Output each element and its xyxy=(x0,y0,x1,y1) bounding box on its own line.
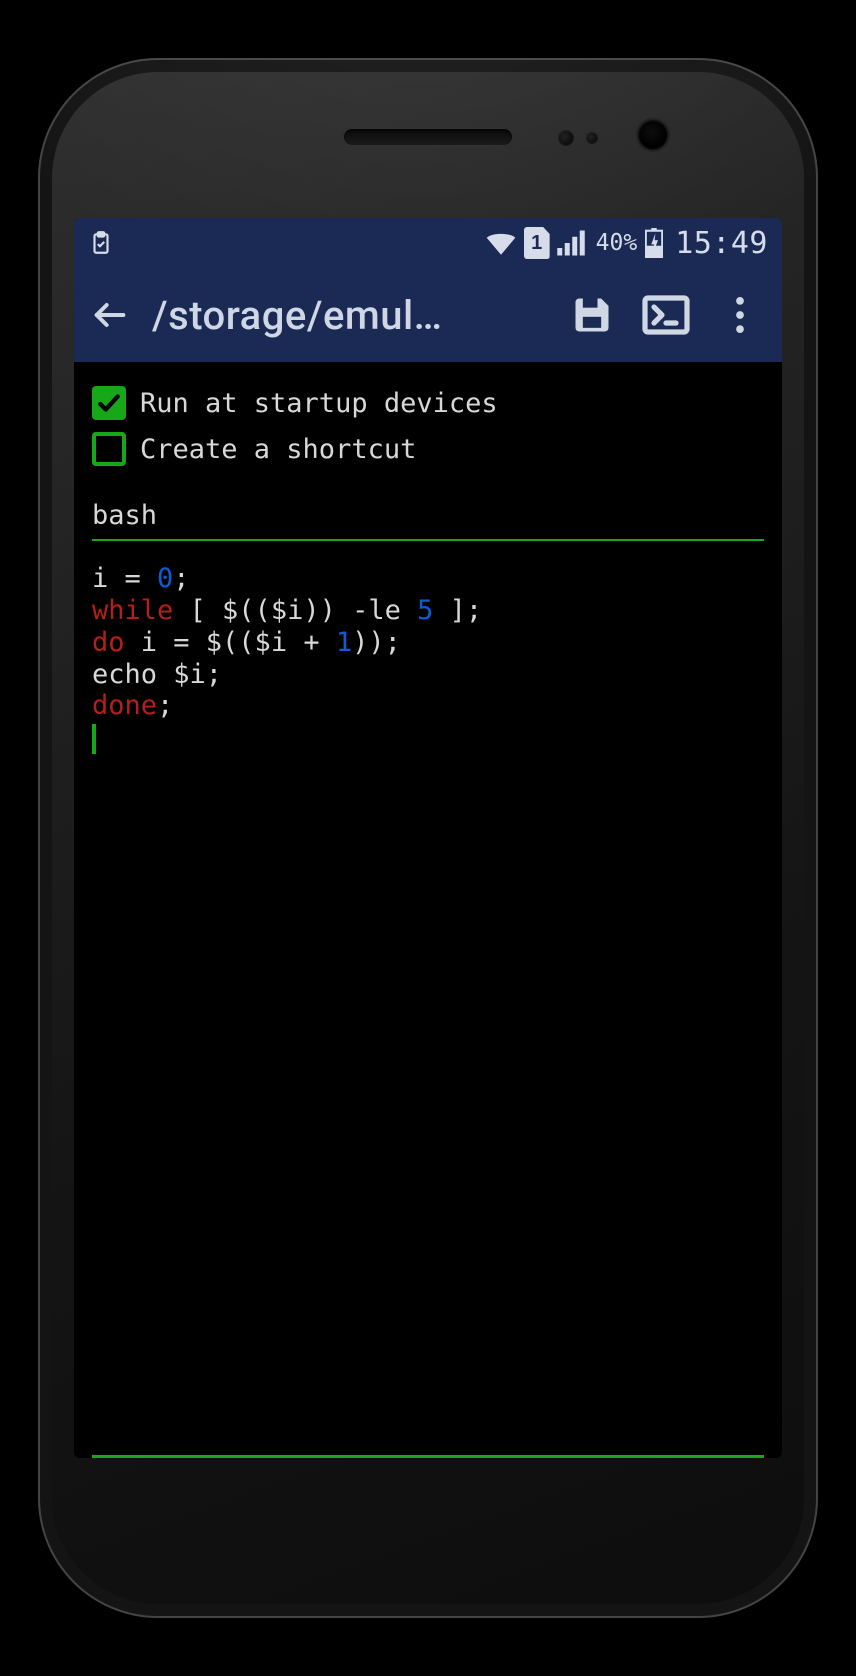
text-cursor xyxy=(92,724,96,754)
battery-percent: 40% xyxy=(596,230,638,256)
code-text: ; xyxy=(157,690,173,721)
shell-field[interactable]: bash xyxy=(92,500,764,541)
code-text: ; xyxy=(173,563,189,594)
code-number: 1 xyxy=(336,627,352,658)
earpiece xyxy=(343,128,513,146)
code-editor[interactable]: i = 0; while [ $(($i)) -le 5 ]; do i = $… xyxy=(92,563,764,1458)
code-keyword: while xyxy=(92,595,173,626)
sensor-dot xyxy=(558,130,574,146)
code-text: ]; xyxy=(433,595,482,626)
run-at-startup-label: Run at startup devices xyxy=(140,388,498,419)
sensor-dot xyxy=(586,132,598,144)
code-text: i = $(($i + xyxy=(125,627,336,658)
create-shortcut-label: Create a shortcut xyxy=(140,434,416,465)
run-at-startup-checkbox[interactable] xyxy=(92,386,126,420)
back-button[interactable] xyxy=(78,283,142,347)
run-at-startup-row[interactable]: Run at startup devices xyxy=(92,380,764,426)
sim-icon: 1 xyxy=(524,227,550,259)
status-clock: 15:49 xyxy=(675,226,768,261)
code-text: i = xyxy=(92,563,157,594)
clipboard-icon xyxy=(88,228,114,258)
app-bar: /storage/emul… xyxy=(74,268,782,362)
path-title: /storage/emul… xyxy=(152,292,550,339)
signal-icon xyxy=(556,230,586,256)
phone-frame: 1 40% 15:49 xyxy=(38,58,818,1618)
shell-field-value: bash xyxy=(92,500,157,531)
front-camera xyxy=(636,118,670,152)
terminal-button[interactable] xyxy=(634,283,698,347)
screen: 1 40% 15:49 xyxy=(74,218,782,1458)
code-number: 0 xyxy=(157,563,173,594)
code-text: [ $(($i)) -le xyxy=(173,595,417,626)
editor-content: Run at startup devices Create a shortcut… xyxy=(74,362,782,1458)
code-keyword: do xyxy=(92,627,125,658)
wifi-icon xyxy=(484,230,518,256)
code-text: )); xyxy=(352,627,401,658)
code-text: echo $i; xyxy=(92,659,222,690)
code-number: 5 xyxy=(417,595,433,626)
create-shortcut-row[interactable]: Create a shortcut xyxy=(92,426,764,472)
overflow-menu-button[interactable] xyxy=(708,283,772,347)
code-keyword: done xyxy=(92,690,157,721)
battery-charging-icon xyxy=(645,228,663,258)
save-button[interactable] xyxy=(560,283,624,347)
create-shortcut-checkbox[interactable] xyxy=(92,432,126,466)
status-bar: 1 40% 15:49 xyxy=(74,218,782,268)
